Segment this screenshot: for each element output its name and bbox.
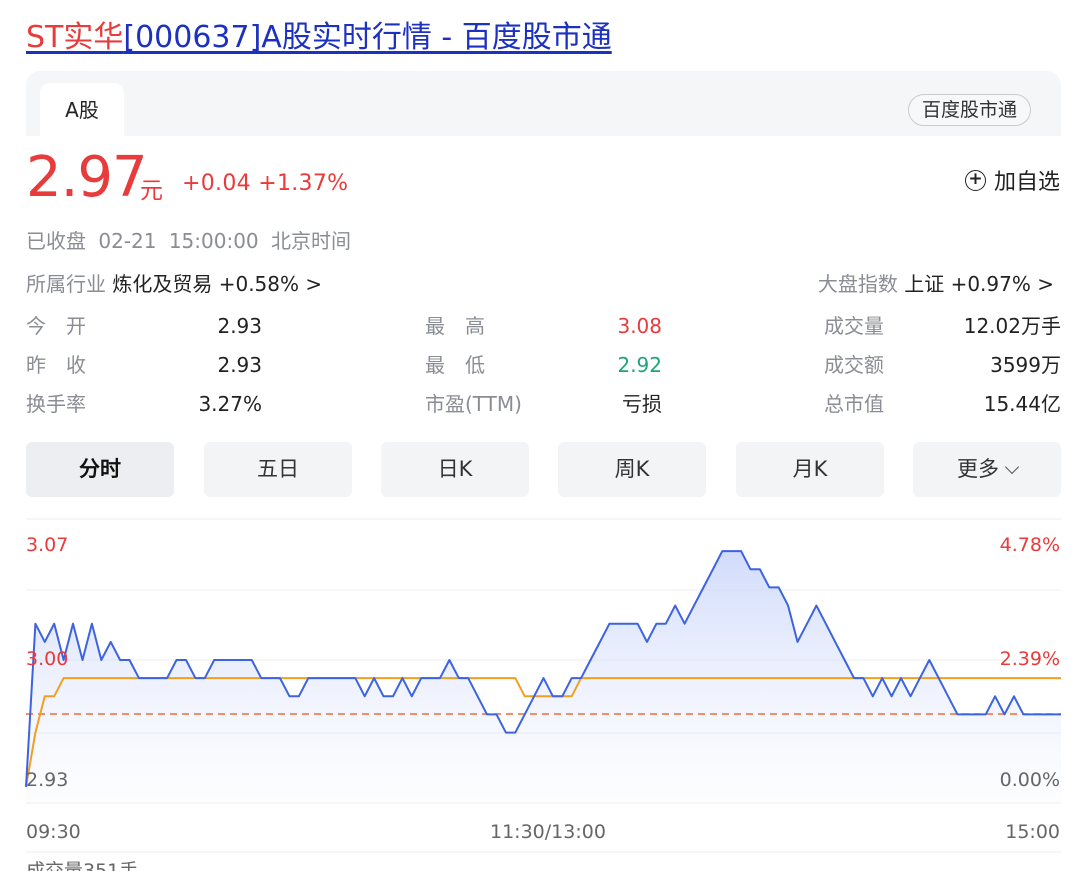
price-area: [26, 551, 1061, 803]
volume-label: 成交量351手: [26, 860, 139, 871]
intraday-chart: [25, 518, 1061, 853]
y-left-tick: 3.00: [26, 648, 69, 670]
y-right-tick: 2.39%: [999, 648, 1060, 670]
x-tick: 09:30: [26, 821, 81, 843]
x-tick: 15:00: [1005, 821, 1060, 843]
y-left-tick: 2.93: [26, 769, 69, 791]
x-tick: 11:30/13:00: [490, 821, 606, 843]
y-right-tick: 4.78%: [999, 534, 1060, 556]
y-left-tick: 3.07: [26, 534, 69, 556]
y-right-tick: 0.00%: [999, 769, 1060, 791]
